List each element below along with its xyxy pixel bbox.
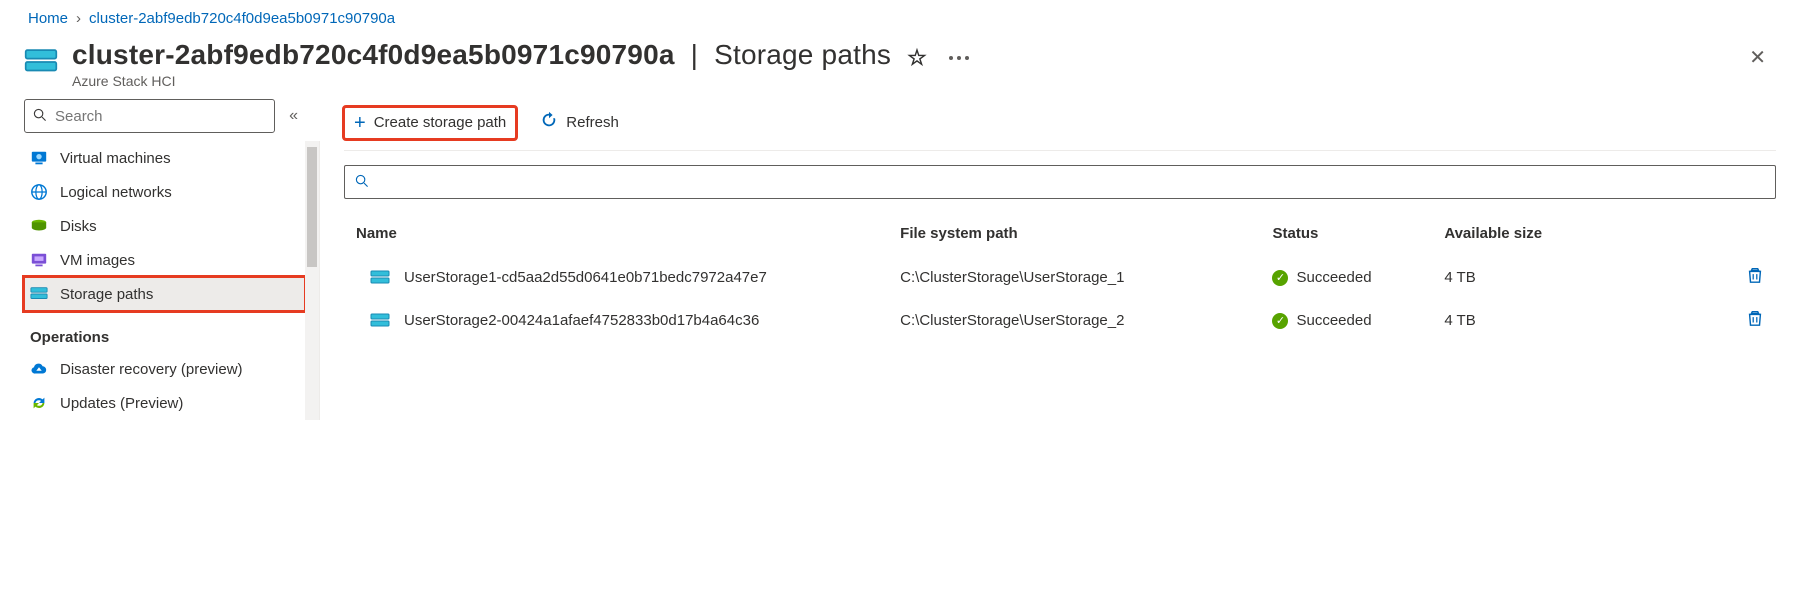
sidebar-scrollbar[interactable] xyxy=(305,141,319,420)
storage-path-icon xyxy=(370,268,390,288)
filter-box[interactable] xyxy=(344,165,1776,199)
breadcrumb-cluster[interactable]: cluster-2abf9edb720c4f0d9ea5b0971c90790a xyxy=(89,10,395,27)
row-path: C:\ClusterStorage\UserStorage_2 xyxy=(888,299,1260,342)
filter-input[interactable] xyxy=(375,173,1765,192)
row-name: UserStorage2-00424a1afaef4752833b0d17b4a… xyxy=(404,312,759,329)
plus-icon: + xyxy=(354,113,366,133)
chevron-right-icon: › xyxy=(76,10,81,27)
more-actions-button[interactable] xyxy=(945,52,973,64)
refresh-icon xyxy=(540,111,558,134)
storage-paths-icon xyxy=(30,285,48,303)
main-pane: + Create storage path Refresh Name File … xyxy=(320,99,1800,440)
sidebar-item-vm-images[interactable]: VM images xyxy=(24,243,305,277)
col-status[interactable]: Status xyxy=(1260,215,1432,256)
table-row[interactable]: UserStorage1-cd5aa2d55d0641e0b71bedc7972… xyxy=(344,256,1776,299)
close-blade-button[interactable]: ✕ xyxy=(1739,39,1776,76)
breadcrumb: Home › cluster-2abf9edb720c4f0d9ea5b0971… xyxy=(0,0,1800,33)
updates-icon xyxy=(30,394,48,412)
sidebar-item-label: Disaster recovery (preview) xyxy=(60,361,243,378)
sidebar-item-logical-networks[interactable]: Logical networks xyxy=(24,175,305,209)
row-name: UserStorage1-cd5aa2d55d0641e0b71bedc7972… xyxy=(404,269,767,286)
sidebar-search[interactable] xyxy=(24,99,275,133)
breadcrumb-home[interactable]: Home xyxy=(28,10,68,27)
row-path: C:\ClusterStorage\UserStorage_1 xyxy=(888,256,1260,299)
col-size[interactable]: Available size xyxy=(1432,215,1661,256)
sidebar-item-label: Disks xyxy=(60,218,97,235)
page-subtitle: Azure Stack HCI xyxy=(72,73,1739,89)
delete-row-button[interactable] xyxy=(1746,271,1764,288)
sidebar-item-virtual-machines[interactable]: Virtual machines xyxy=(24,141,305,175)
row-status: Succeeded xyxy=(1296,269,1371,286)
create-label: Create storage path xyxy=(374,114,507,131)
page-title-section: Storage paths xyxy=(714,39,891,71)
storage-path-icon xyxy=(370,311,390,331)
logical-networks-icon xyxy=(30,183,48,201)
command-bar: + Create storage path Refresh xyxy=(344,99,1776,151)
sidebar-item-disks[interactable]: Disks xyxy=(24,209,305,243)
favorite-star-icon[interactable]: ☆ xyxy=(907,45,927,71)
sidebar-scrollbar-thumb[interactable] xyxy=(307,147,317,267)
page-title-cluster: cluster-2abf9edb720c4f0d9ea5b0971c90790a xyxy=(72,39,675,71)
storage-paths-icon xyxy=(24,45,58,79)
col-path[interactable]: File system path xyxy=(888,215,1260,256)
search-icon xyxy=(355,174,369,191)
sidebar-item-label: Updates (Preview) xyxy=(60,395,183,412)
success-icon: ✓ xyxy=(1272,313,1288,329)
table-row[interactable]: UserStorage2-00424a1afaef4752833b0d17b4a… xyxy=(344,299,1776,342)
sidebar-item-disaster-recovery[interactable]: Disaster recovery (preview) xyxy=(24,352,305,386)
delete-row-button[interactable] xyxy=(1746,314,1764,331)
sidebar-search-input[interactable] xyxy=(53,107,266,126)
success-icon: ✓ xyxy=(1272,270,1288,286)
col-name[interactable]: Name xyxy=(344,215,888,256)
disaster-recovery-icon xyxy=(30,360,48,378)
refresh-button[interactable]: Refresh xyxy=(530,105,629,140)
create-storage-path-button[interactable]: + Create storage path xyxy=(344,107,516,139)
sidebar: « Virtual machines Logical networks Disk… xyxy=(0,99,320,440)
sidebar-group-operations: Operations xyxy=(30,329,319,346)
sidebar-item-label: Logical networks xyxy=(60,184,172,201)
sidebar-item-label: Storage paths xyxy=(60,286,153,303)
row-size: 4 TB xyxy=(1432,299,1661,342)
virtual-machines-icon xyxy=(30,149,48,167)
collapse-sidebar-button[interactable]: « xyxy=(285,103,302,129)
sidebar-item-label: VM images xyxy=(60,252,135,269)
page-header: cluster-2abf9edb720c4f0d9ea5b0971c90790a… xyxy=(0,33,1800,99)
storage-paths-table: Name File system path Status Available s… xyxy=(344,215,1776,342)
disks-icon xyxy=(30,217,48,235)
sidebar-item-updates[interactable]: Updates (Preview) xyxy=(24,386,305,420)
row-size: 4 TB xyxy=(1432,256,1661,299)
row-status: Succeeded xyxy=(1296,312,1371,329)
refresh-label: Refresh xyxy=(566,114,619,131)
sidebar-item-label: Virtual machines xyxy=(60,150,171,167)
vm-images-icon xyxy=(30,251,48,269)
search-icon xyxy=(33,108,47,125)
sidebar-item-storage-paths[interactable]: Storage paths xyxy=(24,277,305,311)
